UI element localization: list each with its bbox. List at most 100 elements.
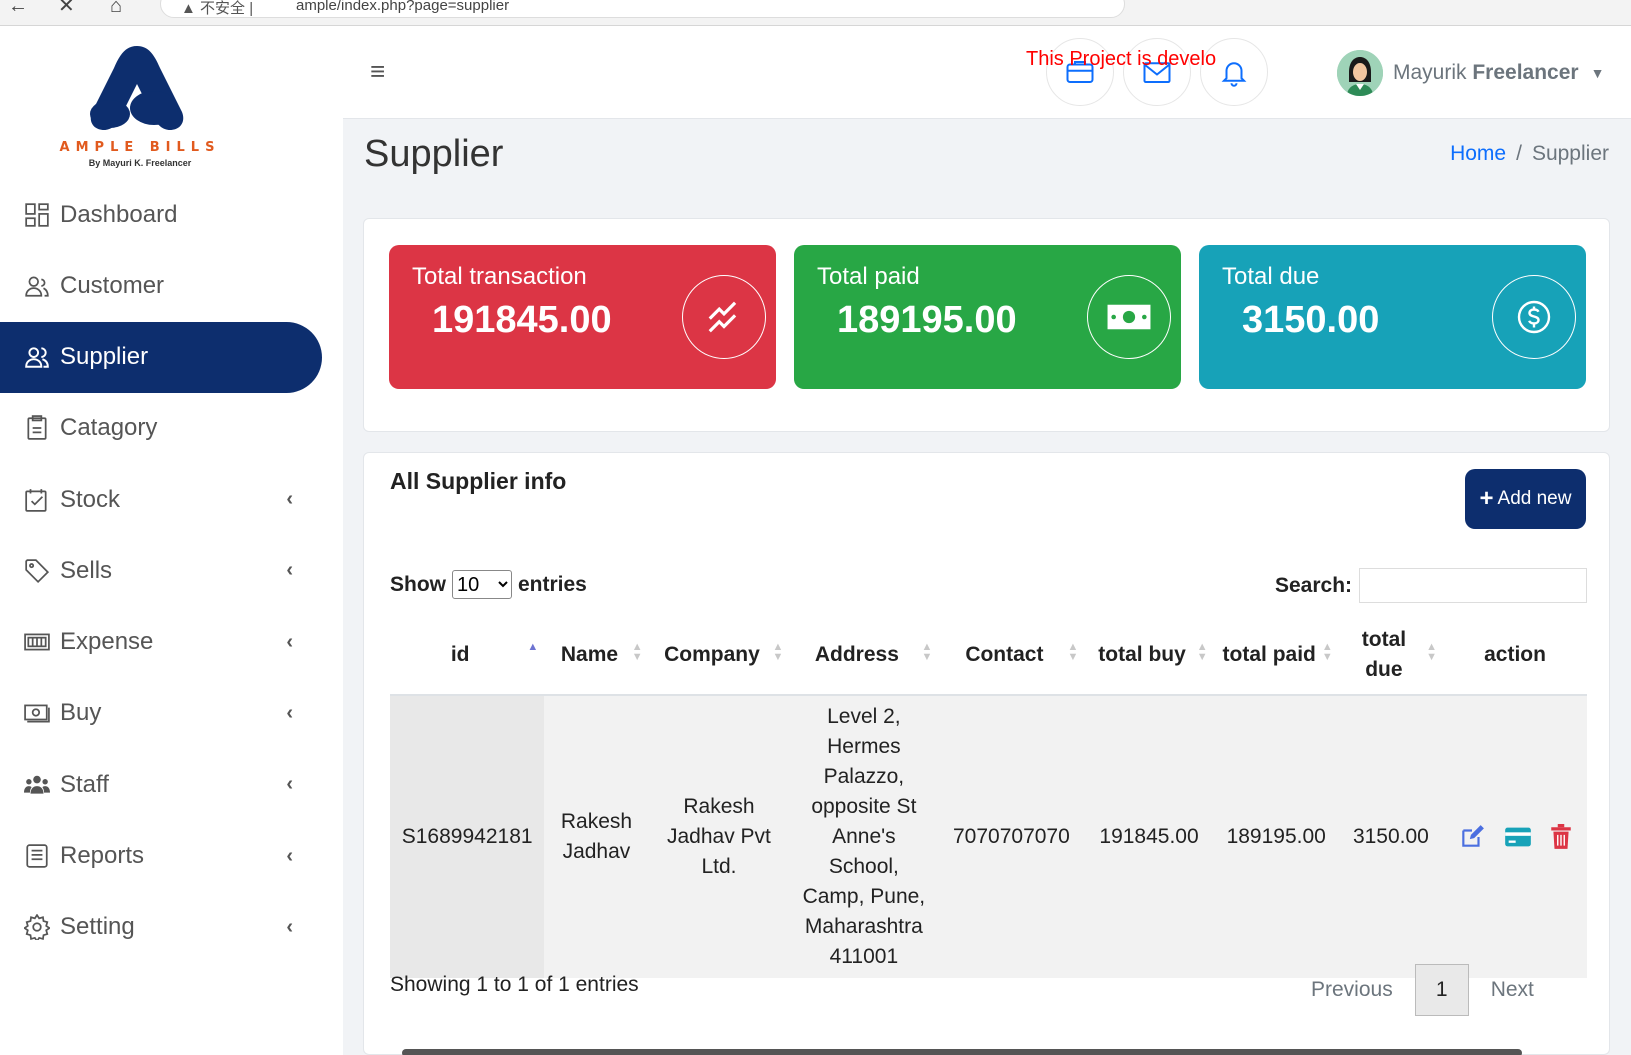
stats-card: Total transaction 191845.00 Total paid 1…	[363, 218, 1610, 432]
sidebar-item-label: Sells	[60, 556, 113, 584]
chevron-left-icon: ‹	[286, 844, 293, 867]
column-header-address[interactable]: Address ▲ ▼	[789, 615, 939, 696]
sidebar-item-label: Buy	[60, 699, 102, 727]
stat-total-due: Total due 3150.00	[1199, 245, 1586, 389]
trend-icon	[682, 275, 766, 359]
cell-total-due: 3150.00	[1338, 695, 1444, 978]
sidebar-item-dashboard[interactable]: Dashboard	[0, 179, 343, 250]
user-first-name: Mayurik	[1393, 61, 1467, 84]
report-icon	[26, 844, 48, 868]
user-menu[interactable]: Mayurik Freelancer ▼	[1337, 48, 1604, 98]
address-bar[interactable]: ▲ 不安全 | ample/index.php?page=supplier	[160, 0, 1125, 18]
sidebar-item-expense[interactable]: Expense ‹	[0, 606, 343, 677]
sidebar-item-stock[interactable]: Stock ‹	[0, 464, 343, 535]
hamburger-menu-icon[interactable]: ≡	[370, 56, 385, 87]
column-label: Company	[664, 642, 760, 666]
sidebar-item-setting[interactable]: Setting ‹	[0, 892, 343, 963]
home-icon[interactable]: ⌂	[110, 0, 122, 16]
search-input[interactable]	[1359, 568, 1587, 603]
breadcrumb: Home / Supplier	[1450, 142, 1609, 166]
sidebar-item-customer[interactable]: Customer	[0, 250, 343, 321]
sidebar-item-label: Staff	[60, 770, 109, 798]
sidebar-item-buy[interactable]: Buy ‹	[0, 678, 343, 749]
sort-icon: ▲ ▼	[1321, 641, 1333, 663]
card-title: All Supplier info	[390, 468, 567, 494]
column-label: total due	[1361, 627, 1407, 681]
add-new-label: Add new	[1497, 488, 1572, 509]
column-header-total-paid[interactable]: total paid ▲ ▼	[1213, 615, 1339, 696]
column-header-total-due[interactable]: total due ▲ ▼	[1338, 615, 1444, 696]
previous-button[interactable]: Previous	[1289, 964, 1415, 1016]
table-header-row: id ▲ Name ▲ ▼ Company ▲ ▼ Address ▲ ▼ Contact ▲ ▼…	[390, 615, 1587, 696]
cell-company: Rakesh Jadhav Pvt Ltd.	[648, 695, 790, 978]
dollar-icon	[1492, 275, 1576, 359]
stat-total-paid: Total paid 189195.00	[794, 245, 1181, 389]
next-button[interactable]: Next	[1469, 964, 1556, 1016]
payment-card-icon[interactable]	[1504, 825, 1532, 849]
entries-label: entries	[518, 572, 587, 596]
stat-label: Total paid	[817, 263, 920, 290]
close-icon[interactable]: ✕	[58, 0, 75, 16]
sidebar-item-sells[interactable]: Sells ‹	[0, 535, 343, 606]
sidebar-item-supplier[interactable]: Supplier	[0, 321, 322, 393]
logo[interactable]: AMPLE BILLS By Mayuri K. Freelancer	[50, 44, 230, 174]
cell-actions	[1443, 695, 1587, 978]
page-size-control: Show 10 entries	[390, 570, 587, 599]
sidebar-item-label: Stock	[60, 485, 121, 513]
sidebar-item-catagory[interactable]: Catagory	[0, 393, 343, 464]
page-title: Supplier	[364, 133, 504, 175]
staff-icon	[24, 775, 50, 794]
sort-icon: ▲ ▼	[772, 641, 784, 663]
table-info: Showing 1 to 1 of 1 entries	[390, 973, 639, 996]
sidebar-item-reports[interactable]: Reports ‹	[0, 820, 343, 891]
sidebar-item-label: Catagory	[60, 414, 158, 442]
project-notice: This Project is develo	[1026, 48, 1217, 70]
column-label: Name	[560, 642, 619, 666]
table-row: S1689942181 Rakesh Jadhav Rakesh Jadhav …	[390, 695, 1587, 978]
browser-toolbar: ← ✕ ⌂ ▲ 不安全 | ample/index.php?page=suppl…	[0, 0, 1631, 26]
back-icon[interactable]: ←	[8, 0, 28, 16]
chevron-left-icon: ‹	[286, 559, 293, 582]
add-new-button[interactable]: + Add new	[1465, 469, 1586, 529]
supplier-table: id ▲ Name ▲ ▼ Company ▲ ▼ Address ▲ ▼ Contact ▲ ▼…	[390, 615, 1587, 978]
chevron-left-icon: ‹	[286, 773, 293, 796]
user-avatar-icon	[1337, 50, 1383, 96]
brand-byline: By Mayuri K. Freelancer	[88, 158, 192, 168]
sidebar: AMPLE BILLS By Mayuri K. Freelancer Dash…	[0, 26, 343, 1055]
trash-icon[interactable]	[1550, 824, 1572, 850]
category-icon	[27, 415, 47, 440]
breadcrumb-home-link[interactable]: Home	[1450, 142, 1506, 165]
pagination: Previous 1 Next	[1289, 964, 1556, 1016]
chevron-left-icon: ‹	[286, 630, 293, 653]
column-header-company[interactable]: Company ▲ ▼	[648, 615, 790, 696]
cash-icon	[1087, 275, 1171, 359]
column-label: action	[1484, 642, 1546, 666]
column-header-total-buy[interactable]: total buy ▲ ▼	[1084, 615, 1214, 696]
chevron-left-icon: ‹	[286, 701, 293, 724]
user-last-name: Freelancer	[1472, 61, 1579, 84]
avatar	[1337, 50, 1383, 96]
supplier-icon	[25, 347, 49, 368]
warning-icon: ▲ 不安全 |	[181, 0, 254, 17]
sort-icon: ▲ ▼	[1426, 641, 1438, 663]
sidebar-item-label: Reports	[60, 842, 145, 870]
sidebar-item-label: Setting	[60, 913, 135, 941]
edit-icon[interactable]	[1458, 824, 1486, 850]
page-button-current[interactable]: 1	[1414, 964, 1469, 1016]
sidebar-item-staff[interactable]: Staff ‹	[0, 749, 343, 820]
search-label: Search:	[1275, 574, 1353, 597]
cell-address: Level 2, Hermes Palazzo, opposite St Ann…	[789, 695, 939, 978]
column-header-id[interactable]: id ▲	[390, 615, 545, 696]
column-header-contact[interactable]: Contact ▲ ▼	[938, 615, 1085, 696]
chevron-left-icon: ‹	[286, 488, 293, 511]
sort-icon: ▲ ▼	[1067, 641, 1079, 663]
chevron-left-icon: ‹	[286, 915, 293, 938]
column-header-name[interactable]: Name ▲ ▼	[544, 615, 649, 696]
breadcrumb-separator: /	[1516, 142, 1522, 165]
column-label: total buy	[1098, 642, 1186, 666]
page-size-select[interactable]: 10	[452, 570, 512, 599]
cell-total-paid: 189195.00	[1213, 695, 1339, 978]
show-label: Show	[390, 572, 446, 596]
horizontal-scrollbar[interactable]	[402, 1049, 1522, 1055]
sidebar-item-label: Dashboard	[60, 200, 178, 228]
